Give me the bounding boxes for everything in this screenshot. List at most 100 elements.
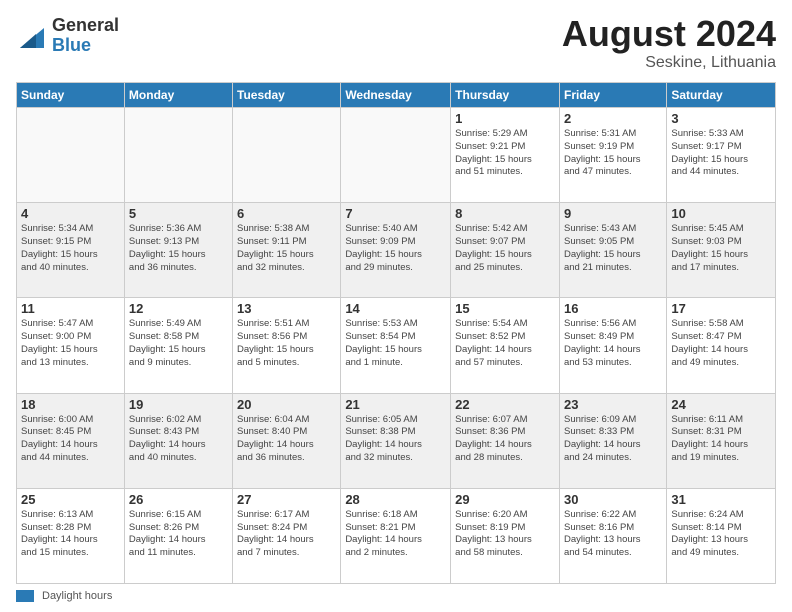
- calendar-day-cell: [341, 108, 451, 203]
- day-number: 21: [345, 397, 446, 412]
- logo-icon: [16, 20, 48, 52]
- legend-label: Daylight hours: [42, 590, 112, 602]
- calendar-day-cell: 17 Sunrise: 5:58 AM Sunset: 8:47 PM Dayli…: [667, 298, 776, 393]
- day-number: 1: [455, 111, 555, 126]
- day-number: 28: [345, 492, 446, 507]
- calendar-table: SundayMondayTuesdayWednesdayThursdayFrid…: [16, 82, 776, 584]
- calendar-day-cell: 8 Sunrise: 5:42 AM Sunset: 9:07 PM Daylig…: [451, 203, 560, 298]
- title-location: Seskine, Lithuania: [562, 54, 776, 72]
- day-number: 18: [21, 397, 120, 412]
- calendar-day-cell: 9 Sunrise: 5:43 AM Sunset: 9:05 PM Daylig…: [559, 203, 666, 298]
- header-day-friday: Friday: [559, 83, 666, 108]
- day-number: 20: [237, 397, 336, 412]
- day-info: Sunrise: 6:18 AM Sunset: 8:21 PM Dayligh…: [345, 509, 446, 560]
- calendar-day-cell: 2Sunrise: 5:31 AM Sunset: 9:19 PM Daylig…: [559, 108, 666, 203]
- day-info: Sunrise: 6:09 AM Sunset: 8:33 PM Dayligh…: [564, 414, 662, 465]
- calendar-day-cell: 3 Sunrise: 5:33 AM Sunset: 9:17 PM Daylig…: [667, 108, 776, 203]
- calendar-day-cell: 16 Sunrise: 5:56 AM Sunset: 8:49 PM Dayli…: [559, 298, 666, 393]
- day-info: Sunrise: 5:31 AM Sunset: 9:19 PM Dayligh…: [564, 128, 662, 179]
- calendar-day-cell: 18 Sunrise: 6:00 AM Sunset: 8:45 PM Dayli…: [17, 393, 125, 488]
- day-number: 30: [564, 492, 662, 507]
- day-number: 22: [455, 397, 555, 412]
- day-number: 31: [671, 492, 771, 507]
- day-info: Sunrise: 6:07 AM Sunset: 8:36 PM Dayligh…: [455, 414, 555, 465]
- logo-general-text: General: [52, 16, 119, 36]
- header-day-saturday: Saturday: [667, 83, 776, 108]
- legend-color-box: [16, 590, 34, 602]
- calendar-day-cell: 15 Sunrise: 5:54 AM Sunset: 8:52 PM Dayli…: [451, 298, 560, 393]
- calendar-day-cell: 24 Sunrise: 6:11 AM Sunset: 8:31 PM Dayli…: [667, 393, 776, 488]
- day-number: 10: [671, 206, 771, 221]
- header-day-monday: Monday: [124, 83, 232, 108]
- calendar-day-cell: 5 Sunrise: 5:36 AM Sunset: 9:13 PM Daylig…: [124, 203, 232, 298]
- day-number: 4: [21, 206, 120, 221]
- day-number: 16: [564, 301, 662, 316]
- day-number: 3: [671, 111, 771, 126]
- day-number: 8: [455, 206, 555, 221]
- page: General Blue August 2024 Seskine, Lithua…: [0, 0, 792, 612]
- day-number: 9: [564, 206, 662, 221]
- calendar-day-cell: 26 Sunrise: 6:15 AM Sunset: 8:26 PM Dayli…: [124, 488, 232, 583]
- calendar-week-row: 25 Sunrise: 6:13 AM Sunset: 8:28 PM Dayli…: [17, 488, 776, 583]
- logo: General Blue: [16, 16, 119, 56]
- day-number: 25: [21, 492, 120, 507]
- day-number: 26: [129, 492, 228, 507]
- calendar-day-cell: 27 Sunrise: 6:17 AM Sunset: 8:24 PM Dayli…: [233, 488, 341, 583]
- title-block: August 2024 Seskine, Lithuania: [562, 16, 776, 72]
- day-number: 11: [21, 301, 120, 316]
- day-info: Sunrise: 5:42 AM Sunset: 9:07 PM Dayligh…: [455, 223, 555, 274]
- calendar-day-cell: 30 Sunrise: 6:22 AM Sunset: 8:16 PM Dayli…: [559, 488, 666, 583]
- calendar-day-cell: 13 Sunrise: 5:51 AM Sunset: 8:56 PM Dayli…: [233, 298, 341, 393]
- day-number: 24: [671, 397, 771, 412]
- day-number: 27: [237, 492, 336, 507]
- calendar-day-cell: 6Sunrise: 5:38 AM Sunset: 9:11 PM Daylig…: [233, 203, 341, 298]
- header: General Blue August 2024 Seskine, Lithua…: [16, 16, 776, 72]
- day-info: Sunrise: 6:15 AM Sunset: 8:26 PM Dayligh…: [129, 509, 228, 560]
- header-day-thursday: Thursday: [451, 83, 560, 108]
- day-info: Sunrise: 6:13 AM Sunset: 8:28 PM Dayligh…: [21, 509, 120, 560]
- calendar-week-row: 4Sunrise: 5:34 AM Sunset: 9:15 PM Daylig…: [17, 203, 776, 298]
- day-info: Sunrise: 5:58 AM Sunset: 8:47 PM Dayligh…: [671, 318, 771, 369]
- day-info: Sunrise: 5:36 AM Sunset: 9:13 PM Dayligh…: [129, 223, 228, 274]
- title-month: August 2024: [562, 16, 776, 52]
- calendar-day-cell: 22 Sunrise: 6:07 AM Sunset: 8:36 PM Dayli…: [451, 393, 560, 488]
- day-info: Sunrise: 6:22 AM Sunset: 8:16 PM Dayligh…: [564, 509, 662, 560]
- day-number: 17: [671, 301, 771, 316]
- logo-blue-text: Blue: [52, 36, 119, 56]
- header-day-wednesday: Wednesday: [341, 83, 451, 108]
- day-number: 13: [237, 301, 336, 316]
- day-number: 5: [129, 206, 228, 221]
- calendar-week-row: 11Sunrise: 5:47 AM Sunset: 9:00 PM Dayli…: [17, 298, 776, 393]
- calendar-day-cell: 4Sunrise: 5:34 AM Sunset: 9:15 PM Daylig…: [17, 203, 125, 298]
- day-info: Sunrise: 6:17 AM Sunset: 8:24 PM Dayligh…: [237, 509, 336, 560]
- day-info: Sunrise: 6:11 AM Sunset: 8:31 PM Dayligh…: [671, 414, 771, 465]
- day-number: 14: [345, 301, 446, 316]
- day-info: Sunrise: 6:24 AM Sunset: 8:14 PM Dayligh…: [671, 509, 771, 560]
- day-info: Sunrise: 5:53 AM Sunset: 8:54 PM Dayligh…: [345, 318, 446, 369]
- day-number: 12: [129, 301, 228, 316]
- day-info: Sunrise: 5:54 AM Sunset: 8:52 PM Dayligh…: [455, 318, 555, 369]
- day-number: 15: [455, 301, 555, 316]
- calendar-day-cell: 10Sunrise: 5:45 AM Sunset: 9:03 PM Dayli…: [667, 203, 776, 298]
- header-day-sunday: Sunday: [17, 83, 125, 108]
- calendar-day-cell: 19Sunrise: 6:02 AM Sunset: 8:43 PM Dayli…: [124, 393, 232, 488]
- calendar-day-cell: 7Sunrise: 5:40 AM Sunset: 9:09 PM Daylig…: [341, 203, 451, 298]
- calendar-day-cell: 28 Sunrise: 6:18 AM Sunset: 8:21 PM Dayli…: [341, 488, 451, 583]
- calendar-day-cell: 11Sunrise: 5:47 AM Sunset: 9:00 PM Dayli…: [17, 298, 125, 393]
- calendar-day-cell: 12Sunrise: 5:49 AM Sunset: 8:58 PM Dayli…: [124, 298, 232, 393]
- day-info: Sunrise: 5:43 AM Sunset: 9:05 PM Dayligh…: [564, 223, 662, 274]
- day-info: Sunrise: 5:38 AM Sunset: 9:11 PM Dayligh…: [237, 223, 336, 274]
- day-info: Sunrise: 6:04 AM Sunset: 8:40 PM Dayligh…: [237, 414, 336, 465]
- header-day-tuesday: Tuesday: [233, 83, 341, 108]
- calendar-day-cell: [124, 108, 232, 203]
- day-info: Sunrise: 6:02 AM Sunset: 8:43 PM Dayligh…: [129, 414, 228, 465]
- day-info: Sunrise: 5:51 AM Sunset: 8:56 PM Dayligh…: [237, 318, 336, 369]
- day-number: 29: [455, 492, 555, 507]
- calendar-day-cell: 21Sunrise: 6:05 AM Sunset: 8:38 PM Dayli…: [341, 393, 451, 488]
- day-info: Sunrise: 6:00 AM Sunset: 8:45 PM Dayligh…: [21, 414, 120, 465]
- day-info: Sunrise: 5:40 AM Sunset: 9:09 PM Dayligh…: [345, 223, 446, 274]
- day-info: Sunrise: 5:56 AM Sunset: 8:49 PM Dayligh…: [564, 318, 662, 369]
- day-info: Sunrise: 5:33 AM Sunset: 9:17 PM Dayligh…: [671, 128, 771, 179]
- footer: Daylight hours: [16, 590, 776, 602]
- calendar-day-cell: 23Sunrise: 6:09 AM Sunset: 8:33 PM Dayli…: [559, 393, 666, 488]
